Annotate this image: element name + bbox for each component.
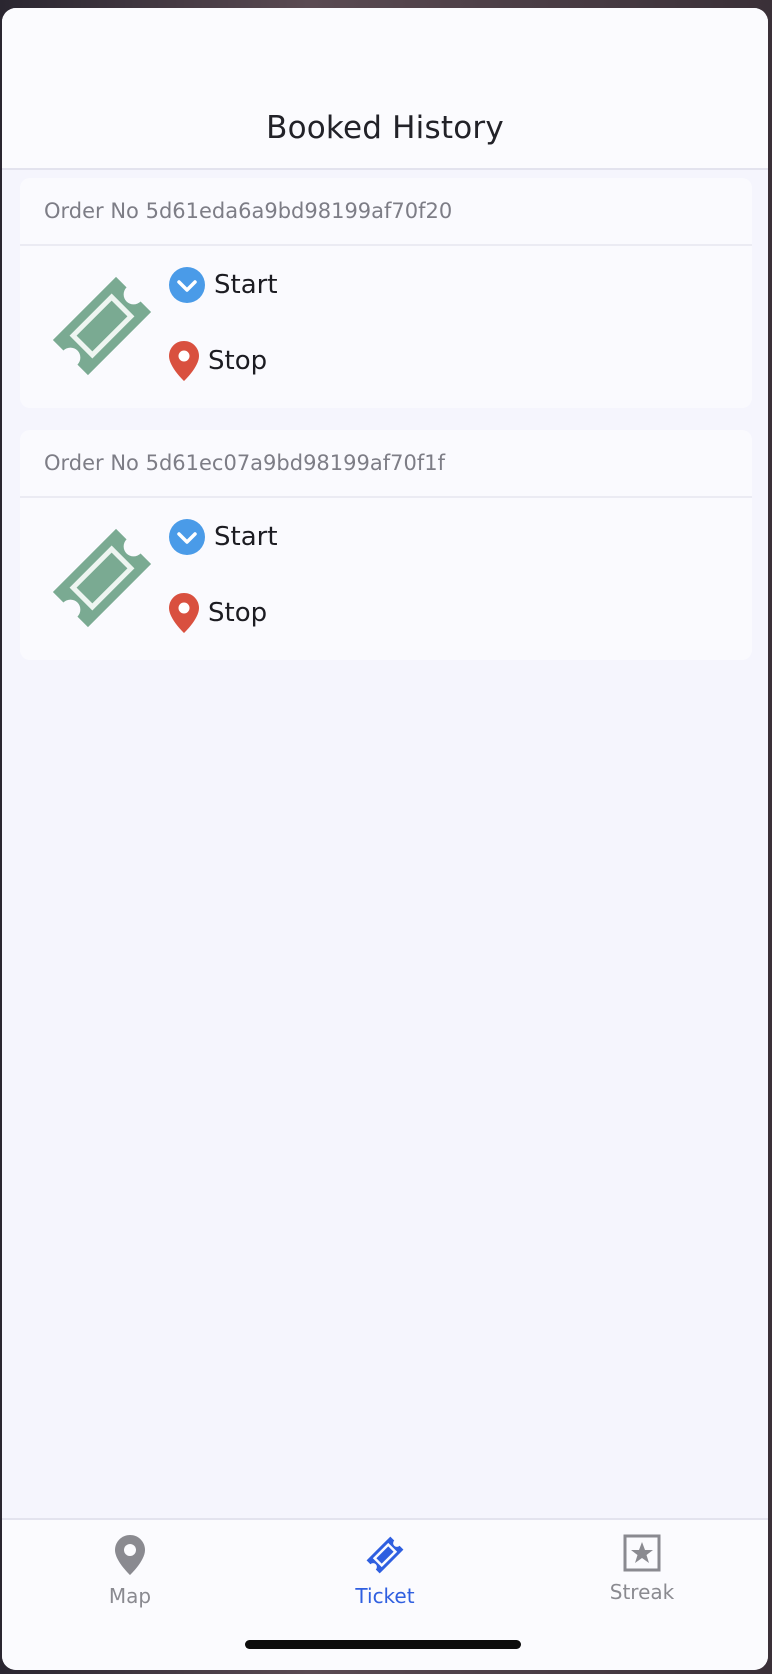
start-location-row: Start [168, 266, 278, 304]
tab-ticket-label: Ticket [355, 1584, 415, 1608]
stop-label: Stop [208, 346, 268, 376]
order-number: Order No 5d61ec07a9bd98199af70f1f [20, 430, 752, 498]
home-indicator[interactable] [245, 1640, 521, 1649]
order-details: Start Stop [20, 498, 752, 660]
app-screen: Booked History Order No 5d61eda6a9bd9819… [2, 8, 768, 1670]
tab-streak[interactable]: Streak [572, 1534, 712, 1604]
map-pin-icon [115, 1535, 145, 1575]
stop-label: Stop [208, 598, 268, 628]
star-box-icon [623, 1534, 661, 1572]
stop-location-row: Stop [168, 340, 267, 382]
order-number: Order No 5d61eda6a9bd98199af70f20 [20, 178, 752, 246]
check-circle-icon [169, 519, 205, 555]
tab-ticket[interactable]: Ticket [315, 1534, 455, 1608]
navigation-header: Booked History [2, 8, 768, 170]
ticket-icon [366, 1536, 404, 1574]
order-card[interactable]: Order No 5d61eda6a9bd98199af70f20 Start [20, 178, 752, 408]
booking-list: Order No 5d61eda6a9bd98199af70f20 Start [20, 178, 752, 682]
location-pin-icon [169, 341, 199, 381]
ticket-icon [52, 528, 152, 628]
tab-map[interactable]: Map [60, 1534, 200, 1608]
stop-location-row: Stop [168, 592, 267, 634]
tab-streak-label: Streak [609, 1580, 675, 1604]
page-title: Booked History [266, 110, 504, 146]
order-card[interactable]: Order No 5d61ec07a9bd98199af70f1f Start [20, 430, 752, 660]
tab-map-label: Map [108, 1584, 152, 1608]
start-label: Start [214, 270, 278, 300]
start-location-row: Start [168, 518, 278, 556]
location-pin-icon [169, 593, 199, 633]
order-details: Start Stop [20, 246, 752, 408]
check-circle-icon [169, 267, 205, 303]
ticket-icon [52, 276, 152, 376]
start-label: Start [214, 522, 278, 552]
